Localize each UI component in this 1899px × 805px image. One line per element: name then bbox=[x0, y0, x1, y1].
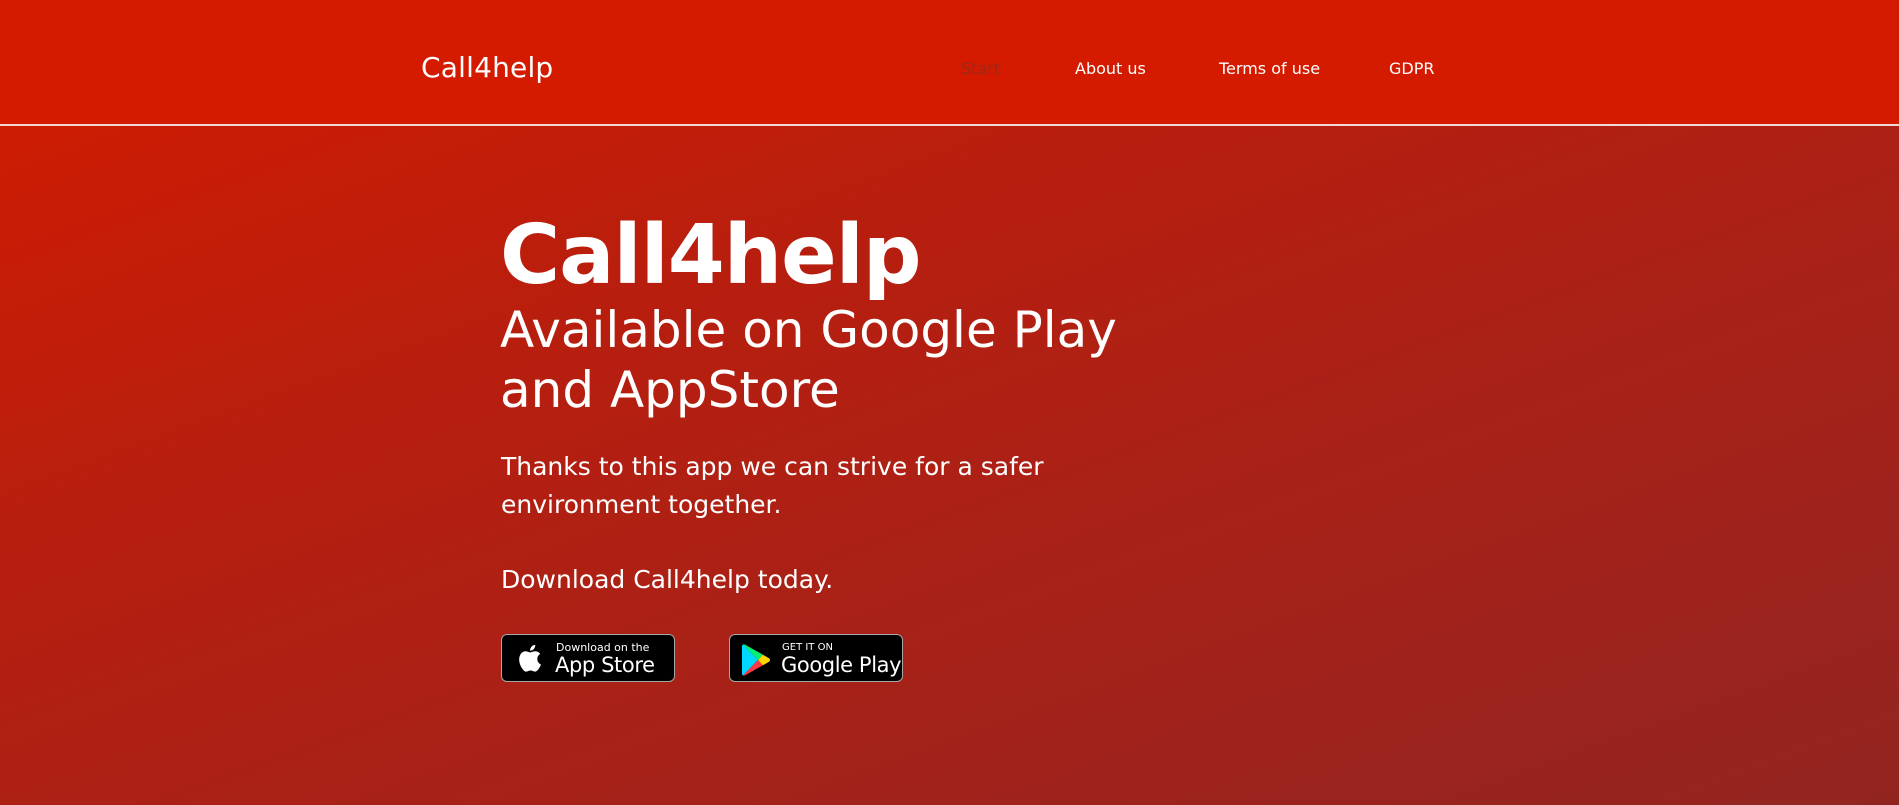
nav-link-terms-of-use[interactable]: Terms of use bbox=[1219, 59, 1320, 79]
app-store-badge-link[interactable]: Download on the App Store bbox=[501, 634, 675, 682]
hero-description: Thanks to this app we can strive for a s… bbox=[501, 452, 1044, 519]
google-play-badge-big-text: Google Play bbox=[781, 653, 902, 677]
hero-title: Call4help bbox=[500, 208, 922, 303]
nav-link-gdpr[interactable]: GDPR bbox=[1389, 59, 1434, 79]
nav-link-about-us[interactable]: About us bbox=[1075, 59, 1146, 79]
hero-subtitle: Available on Google Play and AppStore bbox=[500, 301, 1117, 419]
apple-icon bbox=[519, 644, 541, 672]
google-play-icon bbox=[742, 644, 770, 676]
site-header: Call4help Start About us Terms of use GD… bbox=[0, 0, 1899, 126]
nav-link-start[interactable]: Start bbox=[961, 59, 1000, 79]
brand-logo-link[interactable]: Call4help bbox=[421, 50, 553, 86]
hero-cta-text: Download Call4help today. bbox=[501, 565, 834, 594]
google-play-badge-link[interactable]: GET IT ON Google Play bbox=[729, 634, 903, 682]
app-store-badge-big-text: App Store bbox=[555, 653, 655, 677]
